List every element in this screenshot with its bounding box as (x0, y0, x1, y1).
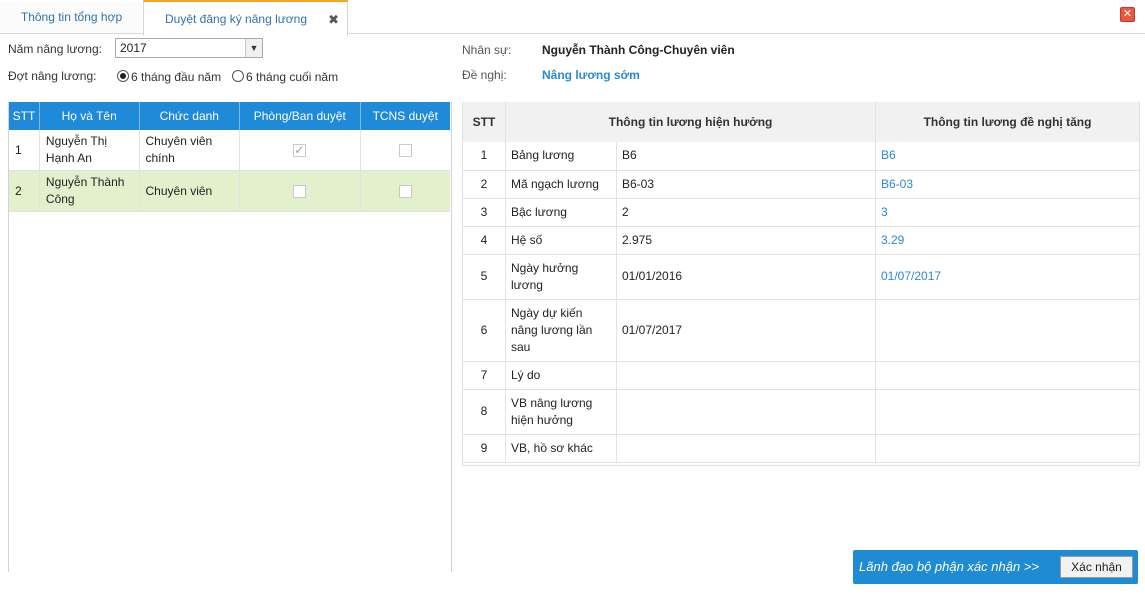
row-title: Chuyên viên chính (139, 130, 241, 171)
tcns-approved-checkbox[interactable] (398, 184, 412, 198)
row-stt: 6 (463, 299, 506, 362)
col-name: Họ và Tên (39, 102, 140, 130)
col-title: Chức danh (139, 102, 241, 130)
table-row: 6 Ngày dự kiến nâng lương lần sau 01/07/… (463, 299, 1139, 362)
row-field: Ngày hưởng lương (505, 254, 617, 300)
row-proposed: 01/07/2017 (875, 254, 1139, 300)
row-title: Chuyên viên (139, 170, 241, 212)
tcns-approved-checkbox[interactable] (398, 143, 412, 157)
col-stt: STT (463, 102, 506, 142)
table-row: 2 Mã ngạch lương B6-03 B6-03 (463, 170, 1139, 199)
col-stt: STT (9, 102, 40, 130)
chevron-down-icon[interactable]: ▼ (245, 39, 262, 57)
table-row: 8 VB nâng lương hiện hưởng (463, 389, 1139, 435)
row-field: Mã ngạch lương (505, 170, 617, 199)
col-tcns-approved: TCNS duyệt (360, 102, 450, 130)
proposal-label: Đề nghị: (462, 68, 507, 82)
row-proposed (875, 434, 1139, 463)
row-field: VB, hồ sơ khác (505, 434, 617, 463)
tab-salary-approval[interactable]: Duyệt đăng ký nâng lương ✖ (143, 0, 348, 36)
proposal-value: Nâng lương sớm (542, 68, 640, 82)
confirm-text: Lãnh đạo bộ phận xác nhận >> (859, 559, 1039, 574)
table-row: 9 VB, hồ sơ khác (463, 434, 1139, 463)
row-field: Lý do (505, 361, 617, 390)
row-field: Bảng lương (505, 142, 617, 171)
staff-info-label: Nhân sự: (462, 43, 512, 57)
row-stt: 9 (463, 434, 506, 463)
confirm-panel: Lãnh đạo bộ phận xác nhận >> Xác nhận (853, 550, 1138, 584)
row-field: Hệ số (505, 226, 617, 255)
row-current: 01/01/2016 (616, 254, 876, 300)
row-current: 01/07/2017 (616, 299, 876, 362)
year-select-value: 2017 (120, 41, 147, 55)
row-stt: 2 (463, 170, 506, 199)
row-current: B6 (616, 142, 876, 171)
dept-approved-checkbox[interactable] (293, 184, 307, 198)
window-close-icon[interactable]: ✕ (1120, 7, 1135, 22)
staff-table: STT Họ và Tên Chức danh Phòng/Ban duyệt … (9, 102, 450, 212)
radio-second-half-label[interactable]: 6 tháng cuối năm (246, 70, 338, 84)
row-name: Nguyễn Thành Công (39, 170, 140, 212)
radio-first-half-label[interactable]: 6 tháng đầu năm (131, 70, 221, 84)
row-proposed: B6 (875, 142, 1139, 171)
period-label: Đợt nâng lương: (8, 69, 97, 83)
col-current-salary: Thông tin lương hiện hưởng (505, 102, 876, 142)
row-current (616, 434, 876, 463)
staff-grid: STT Họ và Tên Chức danh Phòng/Ban duyệt … (8, 102, 452, 572)
radio-second-half[interactable] (232, 70, 244, 82)
table-row: 4 Hệ số 2.975 3.29 (463, 226, 1139, 255)
row-stt: 2 (9, 170, 40, 212)
row-proposed (875, 389, 1139, 435)
close-tab-icon[interactable]: ✖ (328, 3, 339, 37)
row-stt: 1 (9, 130, 40, 171)
row-stt: 7 (463, 361, 506, 390)
year-label: Năm nâng lương: (8, 42, 102, 56)
radio-first-half[interactable] (117, 70, 129, 82)
row-field: Ngày dự kiến nâng lương lần sau (505, 299, 617, 362)
row-current: 2 (616, 198, 876, 227)
row-field: Bậc lương (505, 198, 617, 227)
row-proposed (875, 299, 1139, 362)
row-stt: 3 (463, 198, 506, 227)
tab-summary[interactable]: Thông tin tổng hợp (0, 2, 144, 33)
dept-approved-cell (239, 170, 361, 212)
tab-bar: Thông tin tổng hợp Duyệt đăng ký nâng lư… (0, 0, 1145, 36)
dept-approved-checkbox[interactable] (293, 142, 307, 159)
row-stt: 4 (463, 226, 506, 255)
col-proposed-salary: Thông tin lương đề nghị tăng (875, 102, 1139, 142)
table-row: 1 Bảng lương B6 B6 (463, 142, 1139, 171)
row-stt: 5 (463, 254, 506, 300)
row-current: 2.975 (616, 226, 876, 255)
tab-summary-label: Thông tin tổng hợp (20, 10, 123, 24)
row-name: Nguyễn Thị Hạnh An (39, 130, 140, 171)
row-stt: 1 (463, 142, 506, 171)
tcns-approved-cell (360, 170, 450, 212)
row-proposed (875, 361, 1139, 390)
col-dept-approved: Phòng/Ban duyệt (239, 102, 361, 130)
row-current (616, 389, 876, 435)
row-stt: 8 (463, 389, 506, 435)
row-proposed: B6-03 (875, 170, 1139, 199)
row-proposed: 3 (875, 198, 1139, 227)
table-row[interactable]: 2 Nguyễn Thành Công Chuyên viên (9, 170, 450, 212)
dept-approved-cell (239, 130, 361, 171)
year-select[interactable]: 2017 ▼ (115, 38, 263, 58)
tcns-approved-cell (360, 130, 450, 171)
salary-table: STT Thông tin lương hiện hưởng Thông tin… (463, 102, 1139, 463)
row-proposed: 3.29 (875, 226, 1139, 255)
row-current (616, 361, 876, 390)
staff-info-value: Nguyễn Thành Công-Chuyên viên (542, 43, 735, 57)
table-row: 5 Ngày hưởng lương 01/01/2016 01/07/2017 (463, 254, 1139, 300)
tab-salary-approval-label: Duyệt đăng ký nâng lương (165, 12, 307, 26)
salary-grid: STT Thông tin lương hiện hưởng Thông tin… (462, 102, 1140, 466)
row-field: VB nâng lương hiện hưởng (505, 389, 617, 435)
table-row: 7 Lý do (463, 361, 1139, 390)
row-current: B6-03 (616, 170, 876, 199)
table-row[interactable]: 1 Nguyễn Thị Hạnh An Chuyên viên chính (9, 130, 450, 171)
table-row: 3 Bậc lương 2 3 (463, 198, 1139, 227)
confirm-button[interactable]: Xác nhận (1060, 556, 1133, 578)
